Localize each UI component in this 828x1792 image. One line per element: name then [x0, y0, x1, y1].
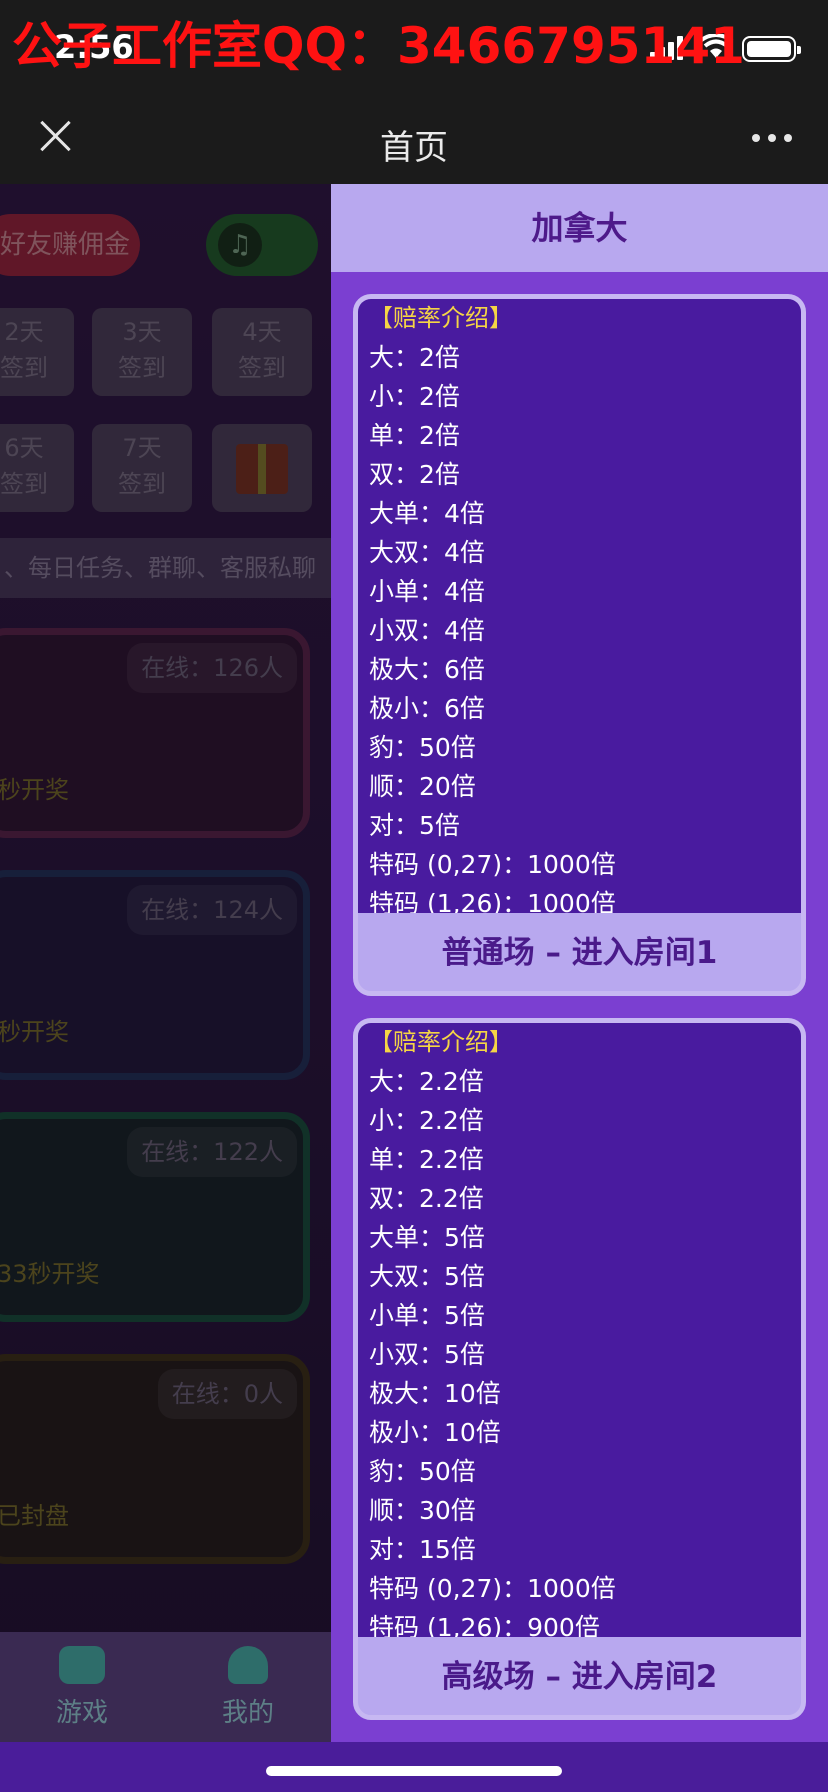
user-icon — [228, 1646, 268, 1684]
odds-line: 大：2倍 — [369, 343, 460, 372]
odds-line: 对：5倍 — [369, 811, 460, 840]
odds-line: 特码 (0,27)：1000倍 — [369, 850, 616, 879]
odds-line: 大双：5倍 — [369, 1262, 485, 1291]
drawer-title: 加拿大 — [331, 184, 828, 272]
room-option-2[interactable]: 【赔率介绍】 大：2.2倍 小：2.2倍 单：2.2倍 双：2.2倍 大单：5倍大双：5… — [353, 1018, 806, 1720]
odds-line: 特码 (0,27)：1000倍 — [369, 1574, 616, 1603]
odds-line: 极小：10倍 — [369, 1418, 501, 1447]
side-drawer: 加拿大 【赔率介绍】 大：2倍小：2倍单：2倍双：2倍大单：4倍大双：4倍小单：… — [331, 184, 828, 1742]
page-title: 首页 — [380, 128, 448, 168]
odds-line: 单：2倍 — [369, 421, 460, 450]
odds-line: 顺：30倍 — [369, 1496, 476, 1525]
room-option-1[interactable]: 【赔率介绍】 大：2倍小：2倍单：2倍双：2倍大单：4倍大双：4倍小单：4倍小双… — [353, 294, 806, 996]
odds-heading: 【赔率介绍】 — [369, 304, 513, 332]
bottom-tab-bar: 游戏 我的 — [0, 1632, 332, 1742]
odds-line: 极大：10倍 — [369, 1379, 501, 1408]
gamepad-icon — [59, 1646, 105, 1684]
odds-line: 特码 (1,26)：900倍 — [369, 1613, 600, 1637]
odds-line: 小双：5倍 — [369, 1340, 485, 1369]
enter-room-2-button[interactable]: 高级场 – 进入房间2 — [358, 1639, 801, 1715]
odds-line: 大单：5倍 — [369, 1223, 485, 1252]
odds-line: 极大：6倍 — [369, 655, 485, 684]
enter-room-1-button[interactable]: 普通场 – 进入房间1 — [358, 915, 801, 991]
odds-line: 小双：4倍 — [369, 616, 485, 645]
odds-line: 大：2.2倍 — [369, 1067, 484, 1096]
dim-overlay[interactable] — [0, 184, 332, 1742]
watermark-text: 公子工作室QQ：3466795141 — [12, 17, 745, 75]
odds-line: 大双：4倍 — [369, 538, 485, 567]
odds-heading: 【赔率介绍】 — [369, 1028, 513, 1056]
background-page: 好友赚佣金 ♫ 2天 签到 3天 签到 4天 签到 6天 签到 7天 签到 、每… — [0, 184, 332, 1742]
odds-line: 小：2.2倍 — [369, 1106, 484, 1135]
odds-line: 豹：50倍 — [369, 733, 476, 762]
odds-line: 特码 (1,26)：1000倍 — [369, 889, 616, 913]
odds-line: 对：15倍 — [369, 1535, 476, 1564]
more-icon[interactable] — [752, 134, 792, 144]
home-indicator[interactable] — [266, 1766, 562, 1776]
tab-games[interactable]: 游戏 — [22, 1646, 142, 1729]
nav-bar: 首页 — [0, 92, 828, 184]
odds-line: 极小：6倍 — [369, 694, 485, 723]
odds-line: 顺：20倍 — [369, 772, 476, 801]
odds-line: 双：2倍 — [369, 460, 460, 489]
tab-mine[interactable]: 我的 — [188, 1646, 308, 1729]
odds-panel[interactable]: 【赔率介绍】 大：2.2倍 小：2.2倍 单：2.2倍 双：2.2倍 大单：5倍大双：5… — [358, 1023, 801, 1637]
odds-line: 小单：5倍 — [369, 1301, 485, 1330]
odds-panel[interactable]: 【赔率介绍】 大：2倍小：2倍单：2倍双：2倍大单：4倍大双：4倍小单：4倍小双… — [358, 299, 801, 913]
odds-line: 双：2.2倍 — [369, 1184, 484, 1213]
status-bar: 2:56 公子工作室QQ：3466795141 — [0, 0, 828, 92]
odds-line: 小：2倍 — [369, 382, 460, 411]
odds-line: 小单：4倍 — [369, 577, 485, 606]
odds-line: 豹：50倍 — [369, 1457, 476, 1486]
odds-line: 大单：4倍 — [369, 499, 485, 528]
battery-icon — [742, 36, 801, 62]
odds-line: 单：2.2倍 — [369, 1145, 484, 1174]
